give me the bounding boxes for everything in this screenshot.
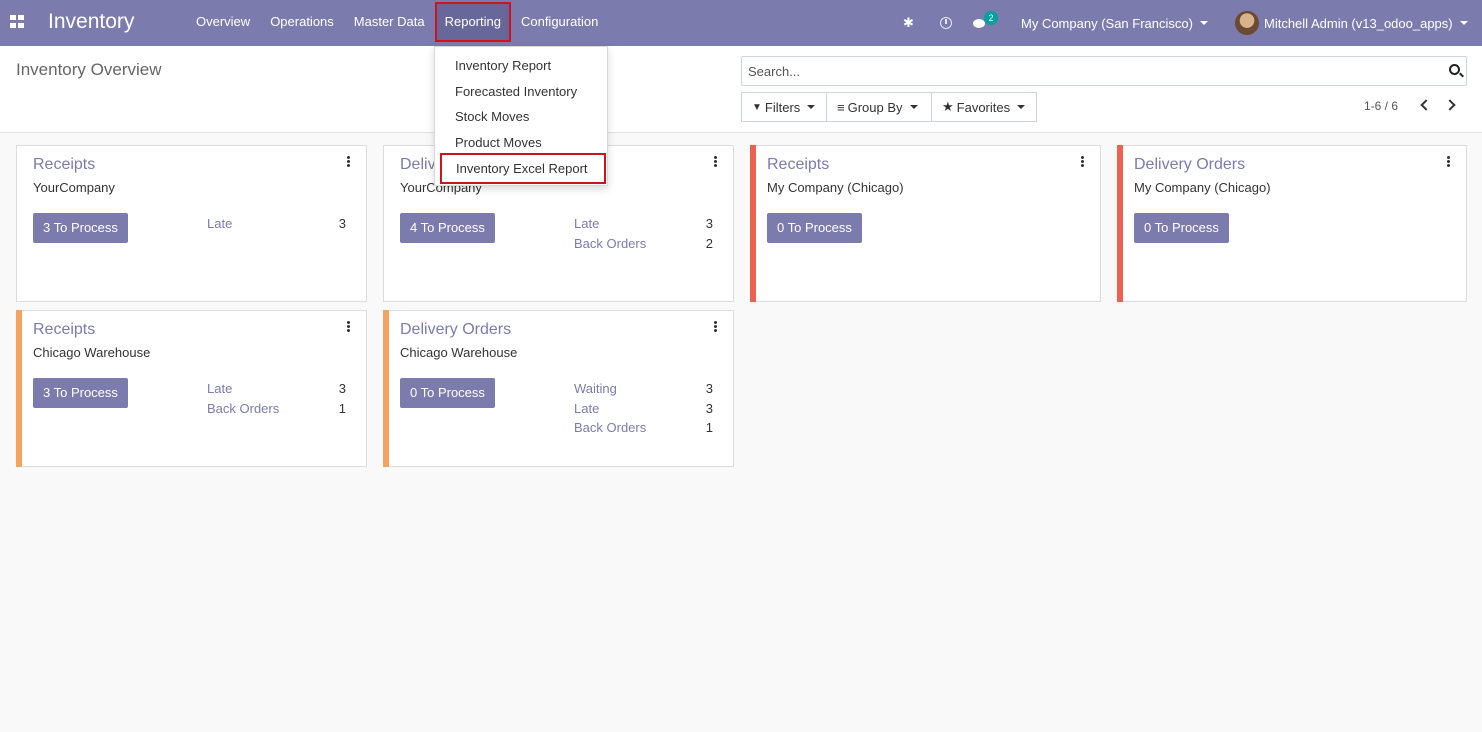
kanban-card-delivery-chicago-company[interactable]: Delivery Orders My Company (Chicago) 0 T…: [1117, 145, 1467, 302]
kebab-menu-icon[interactable]: [714, 321, 717, 332]
menu-operations[interactable]: Operations: [260, 0, 344, 46]
search-input[interactable]: [742, 57, 1432, 85]
stat-back-orders-link[interactable]: Back Orders: [574, 236, 646, 251]
stat-back-orders-link[interactable]: Back Orders: [574, 420, 646, 435]
card-title[interactable]: Deliv: [400, 156, 436, 174]
main-menu: Overview Operations Master Data Reportin…: [186, 0, 608, 46]
user-menu[interactable]: Mitchell Admin (v13_odoo_apps): [1235, 0, 1468, 46]
company-switcher[interactable]: My Company (San Francisco): [1021, 0, 1208, 46]
apps-menu-icon[interactable]: [10, 15, 24, 29]
filters-button[interactable]: ▼ Filters: [741, 92, 827, 122]
favorites-button[interactable]: ★ Favorites: [931, 92, 1037, 122]
next-page-icon[interactable]: [1444, 99, 1456, 111]
filter-icon: ▼: [752, 101, 762, 113]
card-title[interactable]: Receipts: [33, 321, 95, 339]
stat-late-link[interactable]: Late: [574, 401, 599, 416]
stat-late-value: 3: [338, 381, 346, 396]
menu-item-forecasted-inventory[interactable]: Forecasted Inventory: [455, 84, 577, 99]
to-process-button[interactable]: 0 To Process: [767, 213, 862, 243]
app-title[interactable]: Inventory: [48, 10, 134, 34]
to-process-button[interactable]: 3 To Process: [33, 378, 128, 408]
menu-item-product-moves[interactable]: Product Moves: [455, 135, 542, 150]
card-subtitle: My Company (Chicago): [767, 180, 904, 195]
reporting-dropdown-menu: Inventory Report Forecasted Inventory St…: [434, 46, 608, 186]
caret-down-icon: [1459, 21, 1468, 25]
menu-item-stock-moves[interactable]: Stock Moves: [455, 109, 529, 124]
list-icon: ≡: [837, 99, 845, 115]
menu-overview[interactable]: Overview: [186, 0, 260, 46]
stat-back-orders-link[interactable]: Back Orders: [207, 401, 279, 416]
menu-master-data[interactable]: Master Data: [344, 0, 435, 46]
menu-item-inventory-excel-report[interactable]: Inventory Excel Report: [440, 153, 606, 184]
top-navbar: Inventory Overview Operations Master Dat…: [0, 0, 1482, 46]
search-box: [741, 56, 1467, 86]
stat-late-link[interactable]: Late: [207, 216, 232, 231]
card-subtitle: Chicago Warehouse: [400, 345, 518, 360]
card-color-bar: [16, 310, 22, 467]
caret-down-icon: [807, 105, 816, 109]
card-title[interactable]: Receipts: [767, 156, 829, 174]
pager-value[interactable]: 1-6 / 6: [1364, 99, 1398, 113]
chat-badge: 2: [984, 10, 998, 25]
card-subtitle: My Company (Chicago): [1134, 180, 1271, 195]
star-icon: ★: [942, 99, 954, 114]
stat-back-orders-value: 2: [705, 236, 713, 251]
kebab-menu-icon[interactable]: [347, 321, 350, 332]
activity-clock-icon[interactable]: [940, 0, 952, 46]
stat-back-orders-value: 1: [705, 420, 713, 435]
kebab-menu-icon[interactable]: [714, 156, 717, 167]
messaging-chat-icon[interactable]: 2: [973, 0, 998, 46]
card-subtitle: Chicago Warehouse: [33, 345, 151, 360]
stat-waiting-value: 3: [705, 381, 713, 396]
to-process-button[interactable]: 3 To Process: [33, 213, 128, 243]
card-title[interactable]: Delivery Orders: [1134, 156, 1245, 174]
stat-late-value: 3: [338, 216, 346, 231]
debug-bug-icon[interactable]: ✱: [903, 0, 914, 46]
kanban-card-delivery-chicago-warehouse[interactable]: Delivery Orders Chicago Warehouse 0 To P…: [383, 310, 734, 467]
card-title[interactable]: Receipts: [33, 156, 95, 174]
search-icon[interactable]: [1449, 64, 1460, 75]
menu-configuration[interactable]: Configuration: [511, 0, 608, 46]
caret-down-icon: [1199, 21, 1208, 25]
favorites-label: Favorites: [956, 99, 1011, 115]
stat-waiting-link[interactable]: Waiting: [574, 381, 617, 396]
kebab-menu-icon[interactable]: [347, 156, 350, 167]
card-title[interactable]: Delivery Orders: [400, 321, 511, 339]
kanban-card-receipts-chicago-warehouse[interactable]: Receipts Chicago Warehouse 3 To Process …: [16, 310, 367, 467]
card-subtitle: YourCompany: [33, 180, 115, 195]
kanban-card-receipts-chicago-company[interactable]: Receipts My Company (Chicago) 0 To Proce…: [750, 145, 1101, 302]
avatar: [1235, 11, 1259, 35]
filters-label: Filters: [764, 99, 801, 115]
card-color-bar: [383, 310, 389, 467]
to-process-button[interactable]: 4 To Process: [400, 213, 495, 243]
caret-down-icon: [1017, 105, 1026, 109]
menu-item-inventory-report[interactable]: Inventory Report: [455, 58, 551, 73]
to-process-button[interactable]: 0 To Process: [400, 378, 495, 408]
kebab-menu-icon[interactable]: [1447, 156, 1450, 167]
card-color-bar: [1117, 145, 1123, 302]
control-panel: Inventory Overview ▼ Filters ≡ Group By …: [0, 46, 1482, 133]
card-color-bar: [750, 145, 756, 302]
stat-late-link[interactable]: Late: [207, 381, 232, 396]
kebab-menu-icon[interactable]: [1081, 156, 1084, 167]
stat-late-value: 3: [705, 401, 713, 416]
stat-late-link[interactable]: Late: [574, 216, 599, 231]
user-name: Mitchell Admin (v13_odoo_apps): [1264, 15, 1453, 31]
company-name: My Company (San Francisco): [1021, 15, 1193, 31]
groupby-button[interactable]: ≡ Group By: [826, 92, 932, 122]
page-title: Inventory Overview: [16, 60, 162, 79]
stat-late-value: 3: [705, 216, 713, 231]
kanban-card-receipts-yourcompany[interactable]: Receipts YourCompany 3 To Process Late 3: [16, 145, 367, 302]
to-process-button[interactable]: 0 To Process: [1134, 213, 1229, 243]
groupby-label: Group By: [847, 99, 903, 115]
previous-page-icon[interactable]: [1420, 99, 1432, 111]
caret-down-icon: [909, 105, 918, 109]
stat-back-orders-value: 1: [338, 401, 346, 416]
menu-reporting[interactable]: Reporting: [434, 2, 511, 42]
